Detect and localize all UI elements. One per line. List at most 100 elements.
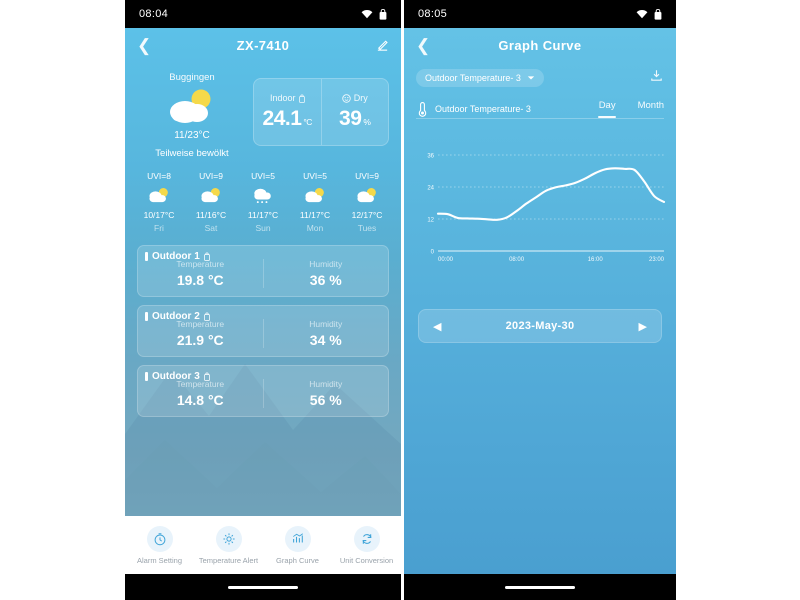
download-icon[interactable] bbox=[649, 68, 664, 88]
tab-day[interactable]: Day bbox=[599, 100, 616, 118]
current-date: 2023-May-30 bbox=[505, 320, 575, 332]
sensor-temperature-label: Temperature bbox=[176, 259, 225, 269]
forecast-temp: 11/16°C bbox=[195, 210, 227, 220]
left-phone-body: ❮ ZX-7410 Buggingen 11/23°C Teilweise be… bbox=[125, 28, 401, 574]
forecast-weekday: Fri bbox=[154, 223, 164, 233]
forecast-uvi: UVI=9 bbox=[355, 171, 379, 181]
indoor-humidity: Dry 39% bbox=[320, 79, 389, 145]
legend-divider bbox=[416, 118, 664, 119]
sun-behind-cloud-icon bbox=[133, 185, 185, 207]
dropdown-label: Outdoor Temperature- 3 bbox=[425, 73, 521, 83]
forecast-uvi: UVI=8 bbox=[147, 171, 171, 181]
humidity-unit: % bbox=[363, 117, 371, 127]
forecast-row: UVI=8 10/17°C Fri UVI=9 11/16°C Sat UVI=… bbox=[125, 159, 401, 239]
sensor-humidity-label: Humidity bbox=[309, 379, 343, 389]
svg-text:23:00: 23:00 bbox=[649, 257, 665, 263]
tab-label: Alarm Setting bbox=[136, 555, 183, 565]
sensor-humidity-value: 36 % bbox=[309, 272, 342, 288]
indoor-number: 24.1 bbox=[262, 107, 302, 130]
weather-range: 11/23°C bbox=[174, 130, 210, 141]
sun-behind-cloud-icon bbox=[341, 185, 393, 207]
right-phone-body: ❮ Graph Curve Outdoor Temperature- 3 Out… bbox=[404, 28, 676, 574]
edit-pencil-icon[interactable] bbox=[373, 39, 389, 52]
sensor-humidity: Humidity 56 % bbox=[262, 379, 389, 408]
indoor-card: Indoor 24.1 °C Dry 39 % bbox=[253, 78, 389, 146]
svg-text:24: 24 bbox=[427, 186, 434, 192]
battery-icon bbox=[298, 94, 305, 103]
prev-date-button[interactable]: ◀ bbox=[433, 320, 441, 333]
legend-series-name: Outdoor Temperature- 3 bbox=[435, 104, 531, 114]
sensor-humidity-label: Humidity bbox=[309, 319, 343, 329]
home-indicator[interactable] bbox=[505, 585, 575, 589]
sensor-humidity: Humidity 34 % bbox=[262, 319, 389, 348]
tab-temperature-alert[interactable]: Temperature Alert bbox=[194, 525, 263, 565]
forecast-day: UVI=8 10/17°C Fri bbox=[133, 171, 185, 233]
page-title: ZX-7410 bbox=[236, 37, 290, 53]
bottom-tab-bar: Alarm Setting Temperature Alert Graph Cu… bbox=[125, 516, 401, 574]
back-icon[interactable]: ❮ bbox=[416, 37, 432, 54]
right-header: ❮ Graph Curve bbox=[404, 28, 676, 62]
next-date-button[interactable]: ▶ bbox=[639, 320, 647, 333]
right-phone: 08:05 ❮ Graph Curve Outdoor Temperature- bbox=[404, 0, 676, 600]
battery-icon bbox=[379, 8, 387, 20]
forecast-uvi: UVI=5 bbox=[251, 171, 275, 181]
refresh-icon bbox=[353, 525, 380, 552]
rain-cloud-icon bbox=[237, 185, 289, 207]
forecast-weekday: Mon bbox=[306, 223, 324, 233]
forecast-day: UVI=5 11/17°C Mon bbox=[289, 171, 341, 233]
back-icon[interactable]: ❮ bbox=[137, 37, 153, 54]
left-header: ❮ ZX-7410 bbox=[125, 28, 401, 62]
sensor-card-outdoor-2[interactable]: Outdoor 2 Temperature 21.9 °C Humidity 3… bbox=[137, 305, 389, 357]
sensor-card-outdoor-1[interactable]: Outdoor 1 Temperature 19.8 °C Humidity 3… bbox=[137, 245, 389, 297]
svg-text:00:00: 00:00 bbox=[438, 257, 454, 263]
left-phone: 08:04 ❮ ZX-7410 Buggingen 11/23°C Teilwe… bbox=[125, 0, 401, 600]
forecast-temp: 12/17°C bbox=[351, 210, 383, 220]
forecast-weekday: Sun bbox=[255, 223, 271, 233]
left-status-bar: 08:04 bbox=[125, 0, 401, 28]
tab-label: Graph Curve bbox=[276, 555, 319, 565]
tab-month[interactable]: Month bbox=[638, 100, 664, 118]
tab-alarm-setting[interactable]: Alarm Setting bbox=[125, 525, 194, 565]
sensor-temperature: Temperature 19.8 °C bbox=[138, 259, 263, 288]
graph-toolbar: Outdoor Temperature- 3 bbox=[404, 62, 676, 88]
forecast-temp: 10/17°C bbox=[143, 210, 175, 220]
sensor-temperature-value: 21.9 °C bbox=[176, 332, 224, 348]
stopwatch-icon bbox=[146, 525, 173, 552]
screenshot-stage: 08:04 ❮ ZX-7410 Buggingen 11/23°C Teilwe… bbox=[0, 0, 800, 600]
weather-summary: Buggingen 11/23°C Teilweise bewölkt Indo… bbox=[125, 62, 401, 159]
tab-graph-curve[interactable]: Graph Curve bbox=[263, 525, 332, 565]
humidity-value: 39% bbox=[339, 107, 371, 131]
sun-behind-cloud-icon bbox=[289, 185, 341, 207]
home-indicator[interactable] bbox=[228, 585, 298, 589]
forecast-uvi: UVI=5 bbox=[303, 171, 327, 181]
svg-text:08:00: 08:00 bbox=[509, 257, 525, 263]
right-status-bar: 08:05 bbox=[404, 0, 676, 28]
wifi-icon bbox=[636, 10, 648, 19]
sensor-temperature: Temperature 21.9 °C bbox=[138, 319, 263, 348]
date-navigator: ◀ 2023-May-30 ▶ bbox=[418, 309, 662, 343]
forecast-day: UVI=9 12/17°C Tues bbox=[341, 171, 393, 233]
weather-city: Buggingen bbox=[169, 72, 215, 83]
svg-text:16:00: 16:00 bbox=[588, 257, 604, 263]
graph-legend: Outdoor Temperature- 3 Day Month bbox=[404, 88, 676, 118]
humidity-number: 39 bbox=[339, 107, 362, 130]
svg-text:0: 0 bbox=[431, 250, 435, 256]
weather-left: Buggingen 11/23°C Teilweise bewölkt bbox=[137, 68, 247, 159]
temperature-chart[interactable]: 0 12 24 36 00:00 08:00 16:00 23:00 bbox=[414, 147, 666, 277]
range-tabs: Day Month bbox=[599, 100, 664, 118]
smiley-face-icon bbox=[342, 93, 351, 103]
gear-icon bbox=[215, 525, 242, 552]
battery-icon bbox=[654, 8, 662, 20]
status-time: 08:05 bbox=[418, 8, 448, 20]
sun-behind-cloud-icon bbox=[137, 84, 247, 128]
indoor-temperature: Indoor 24.1 °C bbox=[254, 79, 321, 145]
weather-description: Teilweise bewölkt bbox=[155, 148, 229, 159]
chart-bars-icon bbox=[284, 525, 311, 552]
sensor-temperature-value: 19.8 °C bbox=[176, 272, 224, 288]
tab-unit-conversion[interactable]: Unit Conversion bbox=[332, 525, 401, 565]
sensor-humidity: Humidity 36 % bbox=[262, 259, 389, 288]
sensor-select-dropdown[interactable]: Outdoor Temperature- 3 bbox=[416, 69, 544, 87]
tab-label: Unit Conversion bbox=[339, 555, 394, 565]
chart-axis-labels: 0 12 24 36 00:00 08:00 16:00 23:00 bbox=[427, 154, 665, 263]
sensor-card-outdoor-3[interactable]: Outdoor 3 Temperature 14.8 °C Humidity 5… bbox=[137, 365, 389, 417]
